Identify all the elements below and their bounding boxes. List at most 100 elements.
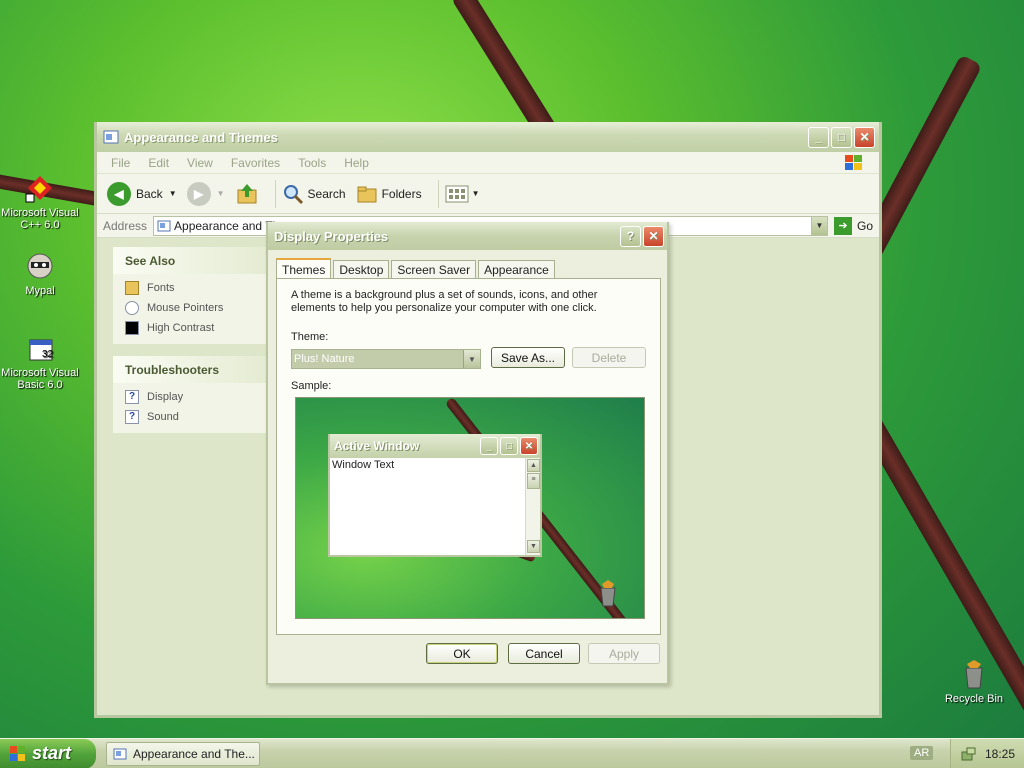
visual-basic-icon: 32 [24,332,56,364]
control-panel-icon [103,129,119,145]
menu-help[interactable]: Help [344,156,369,170]
ok-button[interactable]: OK [426,643,498,664]
save-as-button[interactable]: Save As... [491,347,565,368]
explorer-toolbar: ◀ Back ▼ ▶ ▼ Search Folders ▼ [97,174,879,214]
start-button[interactable]: start [0,738,96,768]
tray-network-icon[interactable] [961,746,977,762]
link-label: Fonts [147,282,175,294]
help-icon: ? [125,390,139,404]
link-label: Sound [147,411,179,423]
see-also-title: See Also [113,247,273,274]
recycle-bin-icon [958,658,990,690]
address-dropdown-button[interactable]: ▼ [810,216,827,235]
language-indicator[interactable]: AR [910,746,934,760]
up-folder-button[interactable] [235,182,259,206]
desktop-icon-vb[interactable]: 32 Microsoft Visual Basic 6.0 [0,332,80,391]
sample-window-title-bar: Active Window _ □ ✕ [330,434,540,458]
taskbar-button-label: Appearance and The... [133,746,255,761]
menu-edit[interactable]: Edit [148,156,169,170]
clock[interactable]: 18:25 [985,747,1015,761]
desktop-icon-label: Mypal [25,285,55,297]
explorer-title: Appearance and Themes [124,129,278,145]
desktop-icon-vcpp[interactable]: Microsoft Visual C++ 6.0 [0,172,80,231]
toolbar-separator [274,179,276,208]
apply-button[interactable]: Apply [588,643,660,664]
task-pane: See Also Fonts Mouse Pointers High Contr… [113,247,273,445]
maximize-button[interactable]: □ [831,126,852,148]
control-panel-small-icon [157,220,171,231]
folders-button[interactable]: Folders [356,183,422,205]
desktop-icon-label: Microsoft Visual C++ 6.0 [1,207,79,231]
theme-value: Plus! Nature [294,353,355,365]
high-contrast-icon [125,321,139,335]
tab-strip: Themes Desktop Screen Saver Appearance [276,258,557,279]
windows-logo-icon [843,154,865,172]
search-button[interactable]: Search [282,183,346,205]
explorer-menubar: File Edit View Favorites Tools Help [97,152,879,174]
svg-text:32: 32 [42,349,54,360]
desktop-icon-label: Recycle Bin [944,693,1004,705]
help-button[interactable]: ? [620,225,641,247]
go-arrow-icon: ➔ [833,216,852,235]
chevron-down-icon[interactable]: ▼ [463,350,480,368]
menu-file[interactable]: File [111,156,130,170]
theme-description: A theme is a background plus a set of so… [291,289,598,314]
see-also-mouse-pointers-link[interactable]: Mouse Pointers [125,298,261,318]
tab-screen-saver[interactable]: Screen Saver [391,260,477,279]
menu-view[interactable]: View [187,156,213,170]
close-button[interactable]: ✕ [854,126,875,148]
sample-scrollbar: ▲ ≡ ▼ [525,458,540,555]
views-button[interactable]: ▼ [445,184,480,204]
back-button[interactable]: ◀ Back ▼ [107,181,177,206]
mouse-pointer-icon [125,301,139,315]
search-icon [283,184,303,204]
menu-favorites[interactable]: Favorites [231,156,280,170]
tab-themes[interactable]: Themes [276,258,332,279]
sample-maximize-icon: □ [500,437,518,455]
tab-appearance[interactable]: Appearance [478,260,555,279]
back-dropdown-icon[interactable]: ▼ [169,189,177,198]
visual-cpp-icon [24,172,56,204]
explorer-title-bar[interactable]: Appearance and Themes _ □ ✕ [97,122,879,152]
dialog-close-button[interactable]: ✕ [643,225,664,247]
forward-dropdown-icon[interactable]: ▼ [217,189,225,198]
sample-label: Sample: [291,380,332,392]
views-dropdown-icon: ▼ [471,189,480,198]
minimize-button[interactable]: _ [808,126,829,148]
go-label: Go [856,218,873,233]
back-arrow-icon: ◀ [107,181,131,206]
sample-minimize-icon: _ [480,437,498,455]
sample-recycle-bin-icon [596,578,620,608]
sample-window-text: Window Text [332,459,395,471]
sample-window-title: Active Window [334,439,420,453]
folders-label: Folders [381,186,422,201]
forward-button[interactable]: ▶ ▼ [186,181,225,206]
display-properties-dialog: Display Properties ? ✕ Themes Desktop Sc… [266,222,669,685]
delete-button[interactable]: Delete [572,347,646,368]
views-icon [445,185,469,202]
see-also-high-contrast-link[interactable]: High Contrast [125,318,261,338]
theme-select[interactable]: Plus! Nature ▼ [291,349,481,369]
troubleshooter-display-link[interactable]: ? Display [125,387,261,407]
scroll-down-icon: ▼ [527,540,540,553]
windows-flag-icon [10,745,25,761]
desktop-icon-label: Microsoft Visual Basic 6.0 [1,367,79,391]
dialog-title-bar[interactable]: Display Properties ? ✕ [268,222,667,250]
desktop-icon-mypal[interactable]: Mypal [0,250,80,297]
sample-window-body: Window Text ▲ ≡ ▼ [330,458,540,555]
folders-icon [357,186,377,202]
troubleshooter-sound-link[interactable]: ? Sound [125,407,261,427]
tab-desktop[interactable]: Desktop [333,260,390,279]
link-label: Mouse Pointers [147,302,224,314]
menu-tools[interactable]: Tools [298,156,326,170]
forward-arrow-icon: ▶ [186,181,211,206]
dialog-title: Display Properties [274,228,389,244]
link-label: High Contrast [147,322,215,334]
go-button[interactable]: ➔ Go [833,216,873,235]
desktop-icon-recycle-bin[interactable]: Recycle Bin [934,658,1014,705]
taskbar-button-appearance[interactable]: Appearance and The... [106,741,260,766]
see-also-fonts-link[interactable]: Fonts [125,278,261,298]
theme-label: Theme: [291,331,329,343]
cancel-button[interactable]: Cancel [508,643,580,664]
scroll-up-icon: ▲ [527,459,540,472]
